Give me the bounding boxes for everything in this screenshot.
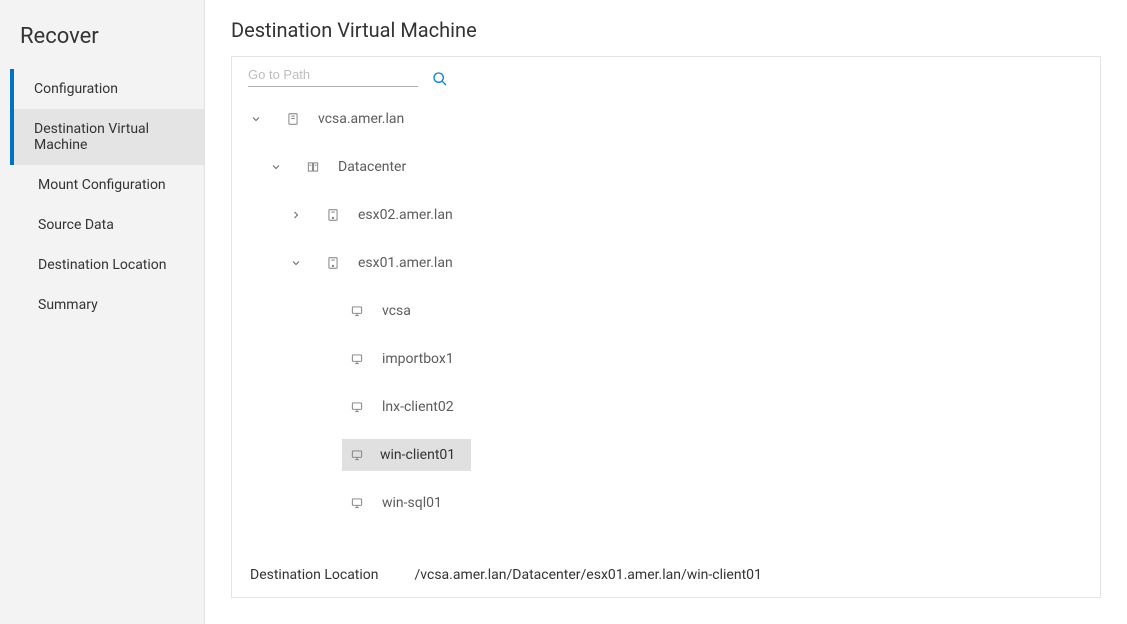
sidebar-item-summary[interactable]: Summary	[14, 285, 204, 325]
search-row	[232, 57, 1100, 87]
chevron-right-icon[interactable]	[288, 207, 304, 223]
tree-node-vm-winsql[interactable]: win-sql01	[248, 479, 1096, 527]
tree-node-vm-win[interactable]: win-client01	[248, 431, 1096, 479]
sidebar: Recover Configuration Destination Virtua…	[0, 0, 205, 624]
tree-node-label: esx02.amer.lan	[350, 203, 461, 227]
server-icon	[286, 112, 300, 126]
tree-node-host-esx02[interactable]: esx02.amer.lan	[248, 191, 1096, 239]
sidebar-title: Recover	[0, 18, 204, 69]
destination-location-row: Destination Location /vcsa.amer.lan/Data…	[232, 553, 1100, 583]
chevron-down-icon[interactable]	[288, 255, 304, 271]
tree-node-vm-vcsa[interactable]: vcsa	[248, 287, 1096, 335]
chevron-down-icon[interactable]	[268, 159, 284, 175]
tree-node-label: Datacenter	[330, 155, 414, 179]
search-icon[interactable]	[432, 71, 448, 87]
tree-node-vm-lnx[interactable]: lnx-client02	[248, 383, 1096, 431]
main: Destination Virtual Machine	[205, 0, 1127, 624]
tree-node-server[interactable]: vcsa.amer.lan	[248, 95, 1096, 143]
tree-node-label: esx01.amer.lan	[350, 251, 461, 275]
tree-node-label: win-sql01	[374, 491, 450, 515]
tree-node-datacenter[interactable]: Datacenter	[248, 143, 1096, 191]
vm-icon	[350, 400, 364, 414]
tree-node-label: importbox1	[374, 347, 462, 371]
tree-node-label: lnx-client02	[374, 395, 462, 419]
vm-icon	[350, 448, 364, 462]
search-input[interactable]	[248, 63, 418, 87]
sidebar-item-configuration[interactable]: Configuration	[10, 69, 204, 109]
sidebar-item-source-data[interactable]: Source Data	[14, 205, 204, 245]
vm-icon	[350, 304, 364, 318]
vm-icon	[350, 496, 364, 510]
sidebar-nav: Configuration Destination Virtual Machin…	[0, 69, 204, 325]
tree-scroll[interactable]: vcsa.amer.lan Datacenter	[232, 87, 1100, 553]
tree-node-label: vcsa.amer.lan	[310, 107, 412, 131]
destination-location-path: /vcsa.amer.lan/Datacenter/esx01.amer.lan…	[415, 567, 762, 583]
tree-panel: vcsa.amer.lan Datacenter	[231, 56, 1101, 598]
tree-node-vm-importbox[interactable]: importbox1	[248, 335, 1096, 383]
sidebar-item-destination-location[interactable]: Destination Location	[14, 245, 204, 285]
sidebar-item-mount-config[interactable]: Mount Configuration	[14, 165, 204, 205]
sidebar-item-destination-vm[interactable]: Destination Virtual Machine	[10, 109, 204, 165]
vm-icon	[350, 352, 364, 366]
tree-node-label: vcsa	[374, 299, 419, 323]
datacenter-icon	[306, 160, 320, 174]
chevron-down-icon[interactable]	[248, 111, 264, 127]
tree-node-host-esx01[interactable]: esx01.amer.lan	[248, 239, 1096, 287]
host-icon	[326, 208, 340, 222]
host-icon	[326, 256, 340, 270]
page-title: Destination Virtual Machine	[231, 18, 1101, 42]
destination-location-label: Destination Location	[250, 567, 379, 583]
tree-node-label: win-client01	[372, 443, 463, 467]
